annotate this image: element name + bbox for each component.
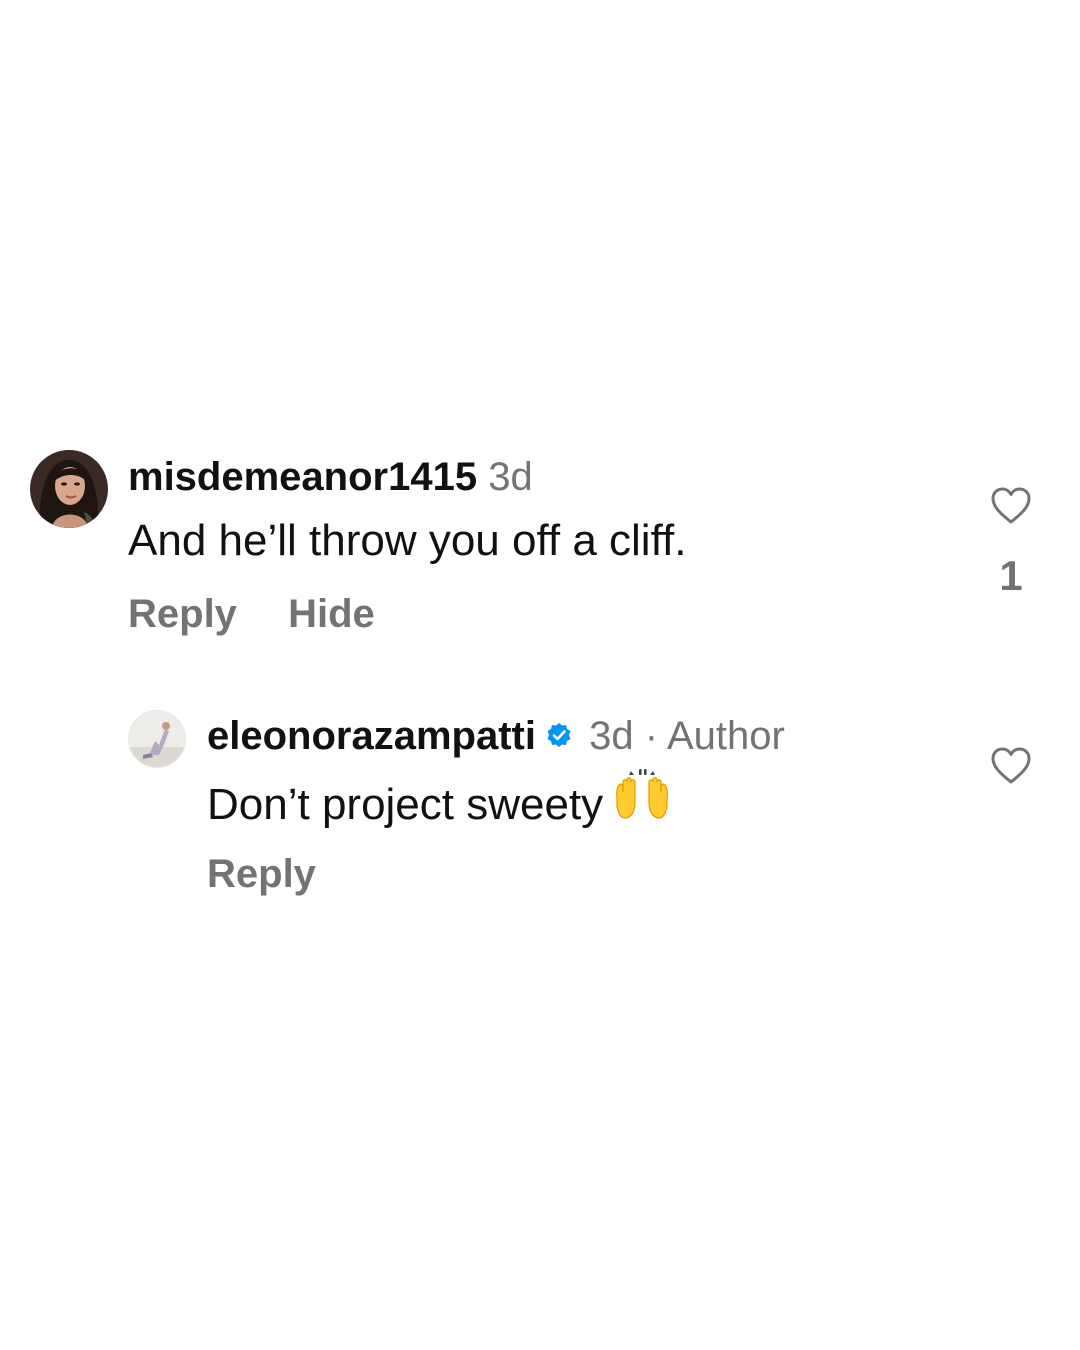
avatar[interactable]: [128, 710, 186, 768]
reply-text: Don’t project sweety: [207, 780, 604, 830]
author-label: Author: [666, 714, 785, 758]
comment-time: 3d: [488, 455, 533, 499]
username[interactable]: eleonorazampatti: [207, 714, 536, 758]
heart-outline-icon[interactable]: [990, 746, 1032, 791]
heart-outline-icon[interactable]: [990, 486, 1032, 531]
reply-text-line: Don’t project sweety: [207, 769, 671, 841]
hide-button[interactable]: Hide: [288, 592, 375, 636]
reply-actions: Reply: [207, 850, 356, 898]
username[interactable]: misdemeanor1415: [128, 455, 477, 499]
verified-badge-icon: [546, 711, 572, 759]
comment-actions: Reply Hide: [128, 590, 415, 638]
reply-time: 3d: [589, 714, 634, 758]
reply-button[interactable]: Reply: [207, 852, 316, 896]
separator: ·: [644, 714, 659, 758]
reply-button[interactable]: Reply: [128, 592, 237, 636]
like-count: 1: [999, 552, 1023, 599]
comment-meta: misdemeanor1415 3d: [128, 453, 533, 501]
raising-hands-emoji: [613, 768, 671, 835]
reply-meta: eleonorazampatti 3d · Author: [207, 712, 785, 762]
avatar[interactable]: [30, 450, 108, 528]
comment-text: And he’ll throw you off a cliff.: [128, 516, 687, 565]
